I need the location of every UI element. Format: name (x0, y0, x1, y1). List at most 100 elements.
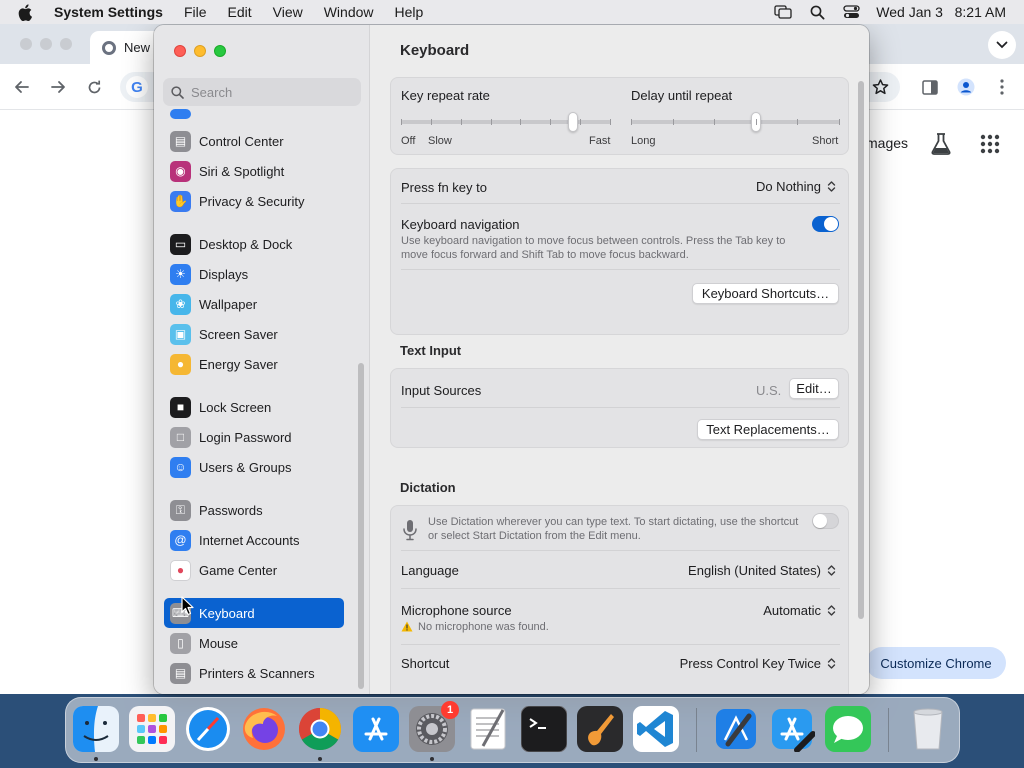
delay-long-label: Long (631, 135, 656, 147)
text-input-section-title: Text Input (400, 343, 462, 358)
slider-tick (550, 119, 551, 125)
delay-short-label: Short (812, 135, 839, 147)
dock: 1 (65, 697, 960, 763)
google-apps-icon[interactable] (980, 134, 1000, 154)
sidebar-item-printers-scanners[interactable]: ▤ Printers & Scanners (164, 658, 344, 688)
menu-help[interactable]: Help (395, 4, 424, 20)
sidebar-item-energy-saver[interactable]: ● Energy Saver (164, 349, 344, 379)
launchpad-icon[interactable] (129, 706, 175, 752)
settings-search-field[interactable]: Search (163, 78, 361, 106)
menu-file[interactable]: File (184, 4, 207, 20)
sidebar-item-privacy-security[interactable]: ✋ Privacy & Security (164, 186, 344, 216)
sidebar-item-displays[interactable]: ☀ Displays (164, 259, 344, 289)
firefox-icon[interactable] (241, 706, 287, 752)
xcode-icon[interactable] (713, 706, 759, 752)
mouse-icon: ▯ (170, 632, 191, 654)
sidebar-item-label: Wallpaper (199, 296, 258, 312)
sidebar-item-label: Energy Saver (199, 356, 278, 372)
chrome-zoom-button[interactable] (60, 38, 72, 50)
dictation-shortcut-popup[interactable]: Press Control Key Twice (680, 656, 836, 671)
apple-menu-icon[interactable] (18, 3, 40, 21)
chrome-tab-search-button[interactable] (988, 31, 1016, 59)
menu-edit[interactable]: Edit (228, 4, 252, 20)
users-icon: ☺ (170, 456, 191, 478)
keyboard-shortcuts-button[interactable]: Keyboard Shortcuts… (692, 283, 839, 304)
sidebar-item-mouse[interactable]: ▯ Mouse (164, 628, 344, 658)
vscode-icon[interactable] (633, 706, 679, 752)
fn-key-popup[interactable]: Do Nothing (756, 179, 836, 194)
key-repeat-slider-knob[interactable] (568, 112, 579, 132)
text-replacements-button[interactable]: Text Replacements… (697, 419, 839, 440)
sidebar-item-internet-accounts[interactable]: @ Internet Accounts (164, 525, 344, 555)
spotlight-search-icon[interactable] (808, 4, 826, 20)
safari-icon[interactable] (185, 706, 231, 752)
dictation-language-popup[interactable]: English (United States) (688, 563, 836, 578)
customize-chrome-button[interactable]: Customize Chrome (866, 647, 1006, 679)
content-scrollbar[interactable] (858, 81, 864, 619)
window-zoom-button[interactable] (214, 45, 226, 57)
sidebar-item-game-center[interactable]: ● Game Center (164, 555, 344, 585)
sidebar-item-wallpaper[interactable]: ❀ Wallpaper (164, 289, 344, 319)
keyboard-navigation-toggle[interactable] (812, 216, 839, 232)
system-settings-icon[interactable]: 1 (409, 701, 459, 752)
slider-tick (631, 119, 632, 125)
chrome-close-button[interactable] (20, 38, 32, 50)
sidebar-item-siri-spotlight[interactable]: ◉ Siri & Spotlight (164, 156, 344, 186)
control-center-icon[interactable] (842, 4, 860, 20)
back-arrow-icon[interactable] (12, 77, 32, 97)
sidebar-item-label: Mouse (199, 635, 239, 651)
simulator-icon-graphic (772, 709, 815, 752)
sidebar-item-users-groups[interactable]: ☺ Users & Groups (164, 452, 344, 482)
text-input-card: Input Sources U.S. Edit… Text Replacemen… (390, 368, 849, 448)
textedit-icon[interactable] (465, 706, 511, 752)
chrome-minimize-button[interactable] (40, 38, 52, 50)
printer-icon: ▤ (170, 662, 191, 684)
running-indicator (430, 757, 434, 761)
trash-icon[interactable] (905, 706, 951, 752)
sidebar-item-label: Passwords (199, 502, 263, 518)
garageband-icon[interactable] (577, 706, 623, 752)
stepper-arrows-icon (827, 181, 836, 192)
menu-app-name[interactable]: System Settings (54, 4, 163, 20)
bookmark-star-icon[interactable] (870, 77, 890, 97)
keyboard-options-card: Press fn key to Do Nothing Keyboard navi… (390, 168, 849, 335)
sidebar-item-passwords[interactable]: ⚿ Passwords (164, 495, 344, 525)
labs-flask-icon[interactable] (930, 132, 952, 156)
sidebar-item-label: Control Center (199, 133, 284, 149)
dictation-toggle[interactable] (812, 513, 839, 529)
images-link[interactable]: mages (866, 135, 908, 151)
sidebar-item-clipped[interactable] (164, 105, 344, 119)
sidebar-item-desktop-dock[interactable]: ▭ Desktop & Dock (164, 229, 344, 259)
sidebar-scrollbar[interactable] (358, 363, 364, 689)
input-sources-label: Input Sources (401, 383, 482, 398)
dictation-shortcut-value: Press Control Key Twice (679, 656, 821, 671)
side-panel-icon[interactable] (920, 77, 940, 97)
chrome-icon[interactable] (297, 706, 343, 752)
profile-avatar-icon[interactable] (956, 77, 976, 97)
simulator-icon[interactable] (769, 706, 815, 752)
forward-arrow-icon[interactable] (48, 77, 68, 97)
chevron-down-icon (996, 41, 1008, 49)
more-menu-icon[interactable] (992, 77, 1012, 97)
sidebar-item-lock-screen[interactable]: ■ Lock Screen (164, 392, 344, 422)
sidebar-item-login-password[interactable]: □ Login Password (164, 422, 344, 452)
key-repeat-off-label: Off (401, 135, 416, 147)
window-minimize-button[interactable] (194, 45, 206, 57)
messages-icon[interactable] (825, 706, 871, 752)
menu-view[interactable]: View (273, 4, 303, 20)
menubar-clock[interactable]: Wed Jan 3 8:21 AM (876, 4, 1006, 20)
sidebar-item-control-center[interactable]: ▤ Control Center (164, 126, 344, 156)
menu-window[interactable]: Window (324, 4, 374, 20)
page-title: Keyboard (400, 42, 470, 59)
delay-repeat-slider[interactable] (631, 120, 840, 124)
window-close-button[interactable] (174, 45, 186, 57)
finder-icon[interactable] (73, 706, 119, 752)
app-store-icon[interactable] (353, 706, 399, 752)
terminal-icon[interactable] (521, 706, 567, 752)
input-sources-edit-button[interactable]: Edit… (789, 378, 839, 399)
reload-icon[interactable] (84, 77, 104, 97)
finder-icon-graphic (73, 706, 119, 752)
sidebar-item-screen-saver[interactable]: ▣ Screen Saver (164, 319, 344, 349)
screen-mirroring-icon[interactable] (774, 4, 792, 20)
microphone-source-popup[interactable]: Automatic (763, 603, 836, 618)
